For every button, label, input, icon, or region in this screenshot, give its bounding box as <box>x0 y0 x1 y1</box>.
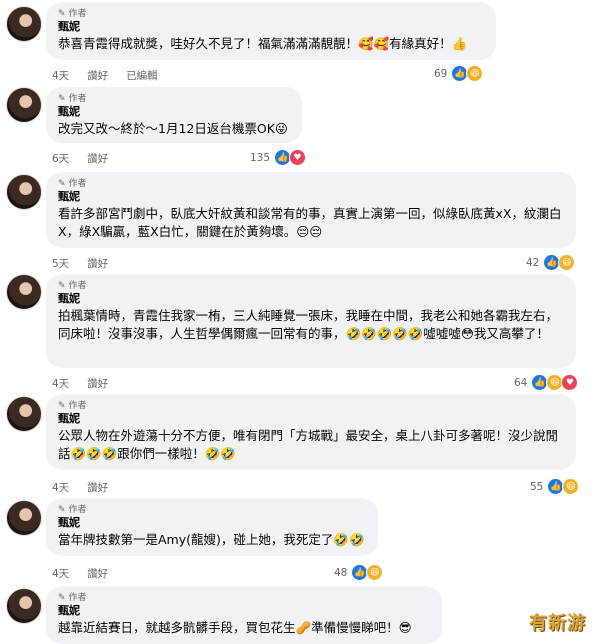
timestamp[interactable]: 4天 <box>52 376 69 391</box>
comment-bubble: ✎ 作者 甄妮 改完又改～終於～1月12日返台機票OK😜 <box>46 87 302 143</box>
laughing-face-icon: 😆 <box>558 254 576 271</box>
avatar[interactable] <box>6 588 42 624</box>
author-badge-label: 作者 <box>68 9 87 19</box>
pencil-icon: ✎ <box>58 505 66 515</box>
author-name[interactable]: 甄妮 <box>58 516 366 530</box>
author-badge-label: 作者 <box>68 94 87 104</box>
author-badge-label: 作者 <box>68 401 87 411</box>
author-badge-label: 作者 <box>68 281 87 291</box>
author-name[interactable]: 甄妮 <box>58 105 290 119</box>
author-badge: ✎ 作者 <box>58 592 430 604</box>
author-name[interactable]: 甄妮 <box>58 292 564 306</box>
author-name[interactable]: 甄妮 <box>58 20 484 34</box>
like-link[interactable]: 讚好 <box>87 480 108 495</box>
comment-text: 恭喜青霞得成就獎，哇好久不見了！福氣滿滿滿靚靚！🥰🥰有緣真好！👍 <box>58 36 468 51</box>
comment-meta: 4天 讚好 已編輯 <box>52 68 158 83</box>
site-watermark: 有新游 <box>529 613 586 634</box>
comment-meta: 4天 讚好 <box>52 566 108 581</box>
comment-meta: 5天 讚好 <box>52 256 108 271</box>
avatar[interactable] <box>6 6 42 42</box>
reaction-count: 69 <box>434 67 448 80</box>
comment-text: 看許多部宮鬥劇中，臥底大奸紋黃和談常有的事，真實上演第一回，似綠臥底黃xX，紋瀾… <box>58 206 562 239</box>
pencil-icon: ✎ <box>58 593 66 603</box>
avatar[interactable] <box>6 174 42 210</box>
heart-icon: ♥ <box>289 149 307 166</box>
author-badge: ✎ 作者 <box>58 178 564 190</box>
comment-bubble: ✎ 作者 甄妮 看許多部宮鬥劇中，臥底大奸紋黃和談常有的事，真實上演第一回，似綠臥… <box>46 172 576 248</box>
like-link[interactable]: 讚好 <box>87 376 108 391</box>
reaction-summary[interactable]: 42 👍 😆 <box>526 254 576 271</box>
reaction-count: 42 <box>526 256 540 269</box>
reaction-summary[interactable]: 135 👍 ♥ <box>250 149 307 166</box>
reaction-summary[interactable]: 55 👍 😆 <box>530 478 580 495</box>
author-badge: ✎ 作者 <box>58 8 484 20</box>
laughing-face-icon: 😆 <box>466 65 484 82</box>
avatar[interactable] <box>6 396 42 432</box>
author-badge-label: 作者 <box>68 505 87 515</box>
comment-bubble: ✎ 作者 甄妮 當年牌技數第一是Amy(龍嫂)，碰上她，我死定了🤣🤣 <box>46 498 378 556</box>
author-badge: ✎ 作者 <box>58 280 564 292</box>
comment-bubble: ✎ 作者 甄妮 公眾人物在外遊蕩十分不方便，唯有閉門「方城戰」最安全，桌上八卦可多… <box>46 394 576 470</box>
avatar[interactable] <box>6 87 42 123</box>
comment-meta: 6天 讚好 <box>52 151 108 166</box>
laughing-face-icon: 😆 <box>562 478 580 495</box>
reaction-count: 55 <box>530 480 544 493</box>
pencil-icon: ✎ <box>58 9 66 19</box>
author-name[interactable]: 甄妮 <box>58 412 564 426</box>
comment-text: 當年牌技數第一是Amy(龍嫂)，碰上她，我死定了🤣🤣 <box>58 532 365 547</box>
pencil-icon: ✎ <box>58 281 66 291</box>
avatar[interactable] <box>6 274 42 310</box>
like-link[interactable]: 讚好 <box>87 256 108 271</box>
comment-text: 改完又改～終於～1月12日返台機票OK😜 <box>58 121 288 136</box>
author-name[interactable]: 甄妮 <box>58 190 564 204</box>
reaction-summary[interactable]: 64 👍 😆 ♥ <box>514 374 579 391</box>
timestamp[interactable]: 4天 <box>52 68 69 83</box>
timestamp[interactable]: 4天 <box>52 566 69 581</box>
laughing-face-icon: 😆 <box>366 564 384 581</box>
reaction-count: 64 <box>514 376 528 389</box>
comment-bubble: ✎ 作者 甄妮 恭喜青霞得成就獎，哇好久不見了！福氣滿滿滿靚靚！🥰🥰有緣真好！👍 <box>46 2 496 60</box>
author-badge-label: 作者 <box>68 179 87 189</box>
like-link[interactable]: 讚好 <box>87 566 108 581</box>
reaction-summary[interactable]: 69 👍 😆 <box>434 65 484 82</box>
comment-text: 公眾人物在外遊蕩十分不方便，唯有閉門「方城戰」最安全，桌上八卦可多著呢！沒少說閒… <box>58 428 559 461</box>
reaction-count: 135 <box>250 151 271 164</box>
reaction-count: 48 <box>334 566 348 579</box>
timestamp[interactable]: 6天 <box>52 151 69 166</box>
comment-meta: 4天 讚好 <box>52 480 108 495</box>
pencil-icon: ✎ <box>58 94 66 104</box>
comment-text: 越靠近結賽日，就越多骯髒手段，買包花生🥜準備慢慢睇吧！😎 <box>58 620 412 635</box>
author-name[interactable]: 甄妮 <box>58 604 430 618</box>
comment-bubble: ✎ 作者 甄妮 越靠近結賽日，就越多骯髒手段，買包花生🥜準備慢慢睇吧！😎 <box>46 586 442 644</box>
author-badge: ✎ 作者 <box>58 400 564 412</box>
author-badge: ✎ 作者 <box>58 93 290 105</box>
like-link[interactable]: 讚好 <box>87 151 108 166</box>
comment-meta: 4天 讚好 <box>52 376 108 391</box>
reaction-summary[interactable]: 48 👍 😆 <box>334 564 384 581</box>
comment-bubble: ✎ 作者 甄妮 拍楓葉情時，青霞住我家一栯，三人純睡覺一張床，我睡在中間，我老公和… <box>46 274 576 368</box>
edited-label: 已編輯 <box>126 70 158 82</box>
pencil-icon: ✎ <box>58 401 66 411</box>
author-badge: ✎ 作者 <box>58 504 366 516</box>
avatar[interactable] <box>6 500 42 536</box>
heart-icon: ♥ <box>561 374 579 391</box>
pencil-icon: ✎ <box>58 179 66 189</box>
timestamp[interactable]: 4天 <box>52 480 69 495</box>
comment-text: 拍楓葉情時，青霞住我家一栯，三人純睡覺一張床，我睡在中間，我老公和她各霸我左右，… <box>58 308 559 341</box>
author-badge-label: 作者 <box>68 593 87 603</box>
timestamp[interactable]: 5天 <box>52 256 69 271</box>
like-link[interactable]: 讚好 <box>87 68 108 83</box>
